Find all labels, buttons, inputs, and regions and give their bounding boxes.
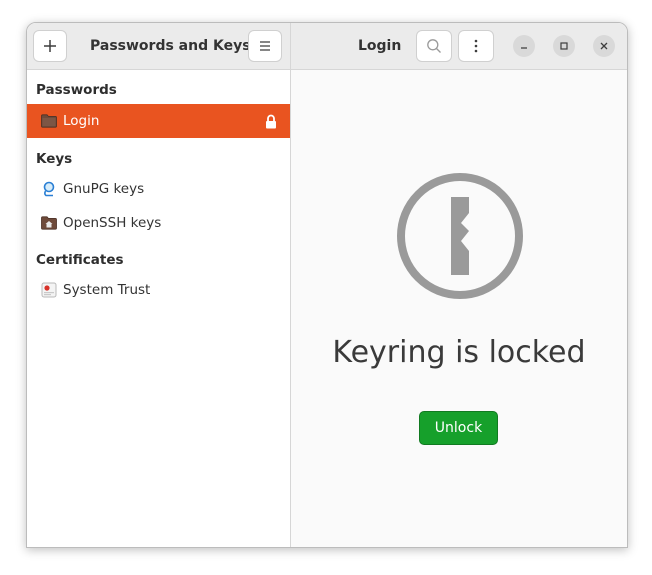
section-header-passwords: Passwords	[36, 82, 117, 98]
home-folder-icon	[41, 215, 57, 231]
vertical-dots-icon	[474, 39, 478, 53]
unlock-button[interactable]: Unlock	[419, 411, 498, 445]
certificate-icon	[41, 282, 57, 298]
minimize-button[interactable]	[513, 35, 535, 57]
sidebar: Passwords and Keys Passwords Login Keys …	[27, 23, 291, 547]
sidebar-item-label: OpenSSH keys	[63, 215, 162, 231]
maximize-button[interactable]	[553, 35, 575, 57]
close-button[interactable]	[593, 35, 615, 57]
keyring-locked-icon	[397, 173, 523, 299]
add-button[interactable]	[33, 30, 67, 62]
plus-icon	[44, 40, 56, 52]
gnupg-icon	[41, 181, 57, 197]
lock-icon	[265, 114, 277, 133]
app-window: Passwords and Keys Passwords Login Keys …	[26, 22, 628, 548]
sidebar-item-gnupg-keys[interactable]: GnuPG keys	[27, 172, 290, 206]
more-options-button[interactable]	[458, 30, 494, 62]
main-headerbar: Login	[291, 23, 627, 70]
search-icon	[427, 39, 441, 53]
keyring-locked-message: Keyring is locked	[332, 335, 586, 370]
sidebar-item-label: System Trust	[63, 282, 151, 298]
sidebar-title: Passwords and Keys	[90, 38, 251, 54]
sidebar-item-openssh-keys[interactable]: OpenSSH keys	[27, 206, 290, 240]
search-button[interactable]	[416, 30, 452, 62]
close-icon	[600, 42, 608, 50]
section-header-certificates: Certificates	[36, 252, 124, 268]
folder-icon	[41, 113, 57, 129]
maximize-icon	[560, 42, 568, 50]
main-content: Login Keyring is locked Unlock	[291, 23, 627, 547]
main-menu-button[interactable]	[248, 30, 282, 62]
hamburger-menu-icon	[260, 41, 270, 51]
sidebar-item-login[interactable]: Login	[27, 104, 290, 138]
content-title: Login	[358, 38, 402, 54]
sidebar-item-label: GnuPG keys	[63, 181, 145, 197]
sidebar-headerbar: Passwords and Keys	[27, 23, 290, 70]
minimize-icon	[521, 47, 527, 49]
section-header-keys: Keys	[36, 151, 73, 167]
sidebar-item-label: Login	[63, 113, 100, 129]
sidebar-item-system-trust[interactable]: System Trust	[27, 273, 290, 307]
